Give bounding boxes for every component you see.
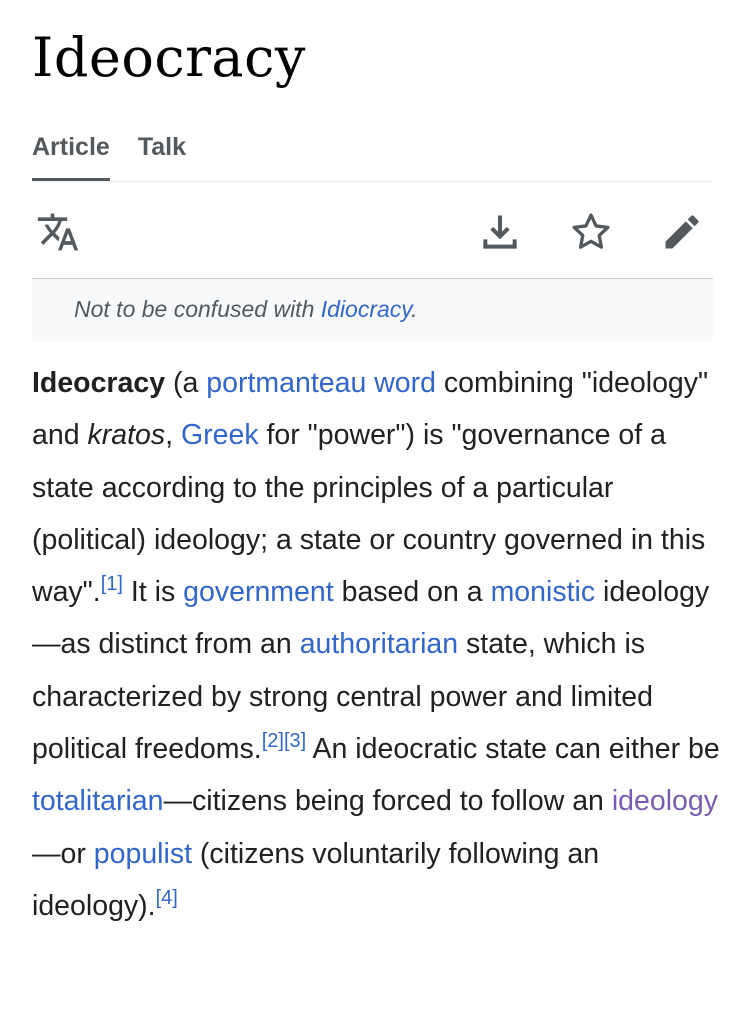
edit-button[interactable] [660,210,704,254]
page-tabs: Article Talk [32,126,713,182]
hatnote: Not to be confused with Idiocracy. [32,279,713,341]
edit-pencil-icon [660,210,704,254]
reference-superscript: [4] [156,887,178,909]
page-title: Ideocracy [32,26,306,89]
article-link-greek[interactable]: Greek [181,419,259,451]
tab-article[interactable]: Article [32,126,110,181]
article-text: —or [32,837,94,870]
hatnote-link-idiocracy[interactable]: Idiocracy [321,296,411,322]
reference-superscript: [1] [101,573,123,595]
reference-link-4[interactable]: [4] [156,887,178,909]
watch-star-button[interactable] [569,210,613,254]
tab-talk[interactable]: Talk [138,126,186,180]
article-link-totalitarian[interactable]: totalitarian [32,785,164,817]
reference-link-3[interactable]: [3] [284,730,306,752]
hatnote-suffix: . [411,296,418,322]
star-icon [569,210,613,254]
article-lead-paragraph: Ideocracy (a portmanteau word combining … [32,357,722,932]
article-link-authoritarian[interactable]: authoritarian [300,628,458,660]
download-icon [478,210,522,254]
language-icon [36,210,80,254]
reference-superscript: [2] [262,730,284,752]
hatnote-prefix: Not to be confused with [74,296,321,322]
article-link-monistic[interactable]: monistic [491,576,596,608]
article-text: It is [122,576,184,609]
article-link-populist[interactable]: populist [94,838,192,870]
reference-link-2[interactable]: [2] [262,730,284,752]
article-link-government[interactable]: government [183,576,334,608]
article-link-ideology[interactable]: ideology [612,785,718,817]
article-text: based on a [333,576,491,609]
language-button[interactable] [36,210,80,254]
download-button[interactable] [478,210,522,254]
page-actions-toolbar [32,182,713,279]
article-link-portmanteau-word[interactable]: portmanteau word [206,367,436,399]
reference-link-1[interactable]: [1] [101,573,123,595]
article-text: (a [165,367,207,399]
article-italic-term: kratos [87,419,166,452]
article-text: —citizens being forced to follow an [163,785,612,818]
reference-superscript: [3] [284,730,306,752]
article-text: An ideocratic state can either be [306,733,720,766]
article-text: , [165,419,181,452]
article-subject-bold: Ideocracy [32,367,166,399]
